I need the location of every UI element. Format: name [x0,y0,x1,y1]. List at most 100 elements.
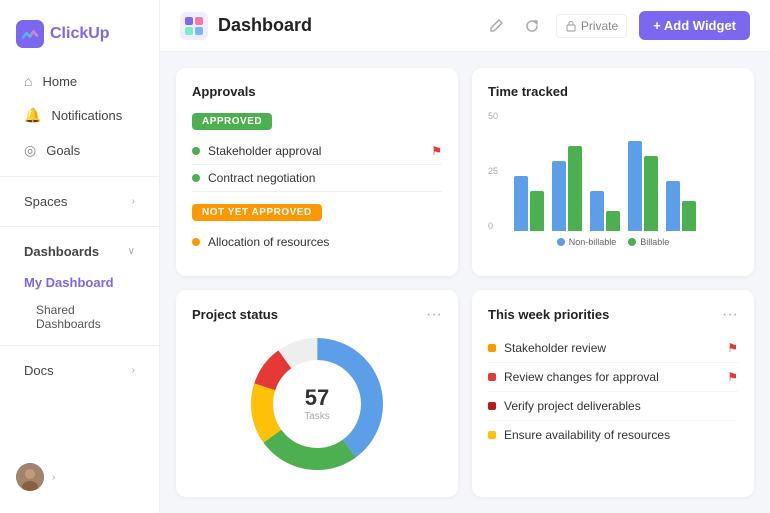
dashboard-grid: Approvals APPROVED Stakeholder approval … [160,52,770,513]
priorities-title: This week priorities [488,307,609,322]
bar-blue-0 [514,176,528,231]
bar-green-1 [568,146,582,231]
sidebar-item-home-label: Home [42,74,77,89]
approval-item-2[interactable]: Allocation of resources [192,229,442,255]
refresh-button[interactable] [520,14,544,38]
dashboards-chevron-icon: ∨ [128,246,135,257]
spaces-label: Spaces [24,194,67,209]
main-content: Dashboard Private + Add Widget Approvals… [160,0,770,513]
edit-button[interactable] [484,14,508,38]
bar-green-3 [644,156,658,231]
sidebar-dashboards-header[interactable]: Dashboards ∨ [8,236,151,267]
priority-flag-0: ⚑ [727,341,738,355]
priorities-widget: This week priorities ··· Stakeholder rev… [472,290,754,498]
priority-item-0[interactable]: Stakeholder review ⚑ [488,334,738,363]
user-avatar-area[interactable]: › [0,453,159,501]
project-status-more-button[interactable]: ··· [426,306,442,324]
bar-group-1 [552,146,582,231]
approval-dot-2 [192,238,200,246]
donut-center: 57 Tasks [304,385,330,422]
approval-dot-1 [192,174,200,182]
donut-total: 57 [304,385,330,411]
sidebar-docs-header[interactable]: Docs › [8,355,151,386]
legend-dot-green [628,238,636,246]
approval-item-0[interactable]: Stakeholder approval ⚑ [192,138,442,165]
approval-item-1[interactable]: Contract negotiation [192,165,442,192]
legend-dot-blue [557,238,565,246]
avatar-chevron: › [52,472,55,483]
avatar-image [16,463,44,491]
sidebar-item-goals[interactable]: ◎ Goals [8,134,151,167]
project-status-header: Project status ··· [192,306,442,324]
approval-dot-0 [192,147,200,155]
approvals-widget: Approvals APPROVED Stakeholder approval … [176,68,458,276]
bar-group-0 [514,176,544,231]
logo-text: ClickUp [50,25,110,43]
topbar: Dashboard Private + Add Widget [160,0,770,52]
bar-blue-1 [552,161,566,231]
legend-label-non-billable: Non-billable [569,237,617,247]
priorities-more-button[interactable]: ··· [722,306,738,324]
sidebar-item-notifications-label: Notifications [51,108,122,123]
topbar-title: Dashboard [218,15,312,36]
y-label-25: 25 [488,166,498,176]
sidebar-item-goals-label: Goals [46,143,80,158]
bar-group-2 [590,191,620,231]
chart-bars [506,111,704,231]
goals-icon: ◎ [24,142,36,159]
time-tracked-title: Time tracked [488,84,738,99]
approval-label-0: Stakeholder approval [208,144,321,158]
priority-dot-0 [488,344,496,352]
add-widget-button[interactable]: + Add Widget [639,11,750,40]
sidebar: ClickUp ⌂ Home 🔔 Notifications ◎ Goals S… [0,0,160,513]
time-tracked-widget: Time tracked 50 25 0 [472,68,754,276]
sidebar-spaces-header[interactable]: Spaces › [8,186,151,217]
lock-icon [565,20,577,32]
sidebar-item-my-dashboard[interactable]: My Dashboard [8,269,151,296]
priority-label-3: Ensure availability of resources [504,428,670,442]
legend-label-billable: Billable [640,237,669,247]
sidebar-divider-2 [0,226,159,227]
sidebar-divider-3 [0,345,159,346]
legend-non-billable: Non-billable [557,237,617,247]
topbar-right: Private + Add Widget [484,11,750,40]
sidebar-divider-1 [0,176,159,177]
bar-green-4 [682,201,696,231]
bar-blue-2 [590,191,604,231]
priority-label-2: Verify project deliverables [504,399,641,413]
priority-label-0: Stakeholder review [504,341,606,355]
docs-chevron-icon: › [132,365,135,376]
priority-item-1[interactable]: Review changes for approval ⚑ [488,363,738,392]
priority-item-2[interactable]: Verify project deliverables [488,392,738,421]
private-badge: Private [556,14,627,38]
topbar-left: Dashboard [180,12,312,40]
approved-badge: APPROVED [192,113,272,130]
project-status-widget: Project status ··· 57 Tasks [176,290,458,498]
priority-item-3[interactable]: Ensure availability of resources [488,421,738,449]
priority-dot-3 [488,431,496,439]
private-label: Private [581,19,618,33]
bar-green-0 [530,191,544,231]
bar-green-2 [606,211,620,231]
flag-icon-0: ⚑ [431,144,442,158]
sidebar-item-notifications[interactable]: 🔔 Notifications [8,99,151,132]
logo[interactable]: ClickUp [0,12,159,64]
bar-group-4 [666,181,696,231]
legend-billable: Billable [628,237,669,247]
priority-dot-2 [488,402,496,410]
approvals-title: Approvals [192,84,442,99]
sidebar-item-shared-dashboards[interactable]: Shared Dashboards [8,298,151,336]
chart-y-labels: 50 25 0 [488,111,502,231]
sidebar-item-home[interactable]: ⌂ Home [8,65,151,97]
bar-blue-3 [628,141,642,231]
refresh-icon [524,18,540,34]
approval-label-2: Allocation of resources [208,235,329,249]
home-icon: ⌂ [24,73,32,89]
pencil-icon [488,18,504,34]
y-label-50: 50 [488,111,498,121]
priorities-header: This week priorities ··· [488,306,738,324]
spaces-chevron-icon: › [132,196,135,207]
approval-label-1: Contract negotiation [208,171,315,185]
priority-flag-1: ⚑ [727,370,738,384]
y-label-0: 0 [488,221,498,231]
